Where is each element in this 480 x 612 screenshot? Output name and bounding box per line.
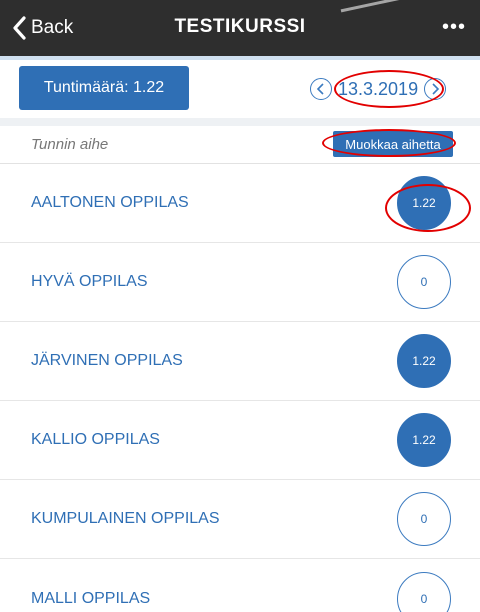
student-name: KUMPULAINEN OPPILAS: [31, 510, 220, 527]
date-navigator: 13.3.2019: [310, 74, 447, 104]
list-item[interactable]: KUMPULAINEN OPPILAS 0: [0, 480, 480, 559]
chevron-right-icon: [432, 83, 440, 95]
lesson-topic-label: Tunnin aihe: [31, 136, 109, 153]
list-item[interactable]: KALLIO OPPILAS 1.22: [0, 401, 480, 480]
hours-toggle[interactable]: 0: [397, 492, 451, 546]
hours-toggle[interactable]: 0: [397, 571, 451, 612]
hours-toggle[interactable]: 0: [397, 255, 451, 309]
edit-topic-button[interactable]: Muokkaa aihetta: [333, 131, 453, 157]
more-options-icon[interactable]: •••: [442, 16, 466, 39]
list-item[interactable]: JÄRVINEN OPPILAS 1.22: [0, 322, 480, 401]
section-divider: [0, 118, 480, 126]
hours-toggle[interactable]: 1.22: [397, 413, 451, 467]
previous-date-button[interactable]: [310, 78, 332, 100]
student-name: MALLI OPPILAS: [31, 589, 151, 607]
list-item[interactable]: AALTONEN OPPILAS 1.22: [0, 164, 480, 243]
list-item[interactable]: HYVÄ OPPILAS 0: [0, 243, 480, 322]
chevron-left-icon: [316, 83, 324, 95]
next-date-button[interactable]: [424, 78, 447, 100]
list-item[interactable]: MALLI OPPILAS 0: [0, 559, 480, 612]
hours-total-button[interactable]: Tuntimäärä: 1.22: [19, 66, 189, 110]
nav-underline: [0, 56, 480, 60]
lesson-topic-row: Tunnin aihe Muokkaa aihetta: [0, 126, 480, 164]
current-date[interactable]: 13.3.2019: [336, 79, 420, 100]
page-title: TESTIKURSSI: [174, 16, 306, 37]
student-name: KALLIO OPPILAS: [31, 431, 160, 448]
hours-toggle[interactable]: 1.22: [397, 334, 451, 388]
student-name: AALTONEN OPPILAS: [31, 194, 189, 211]
navigation-bar: Back TESTIKURSSI •••: [0, 0, 480, 56]
student-name: JÄRVINEN OPPILAS: [31, 352, 183, 369]
student-name: HYVÄ OPPILAS: [31, 273, 148, 290]
student-list: AALTONEN OPPILAS 1.22 HYVÄ OPPILAS 0 JÄR…: [0, 164, 480, 612]
hours-toggle[interactable]: 1.22: [397, 176, 451, 230]
